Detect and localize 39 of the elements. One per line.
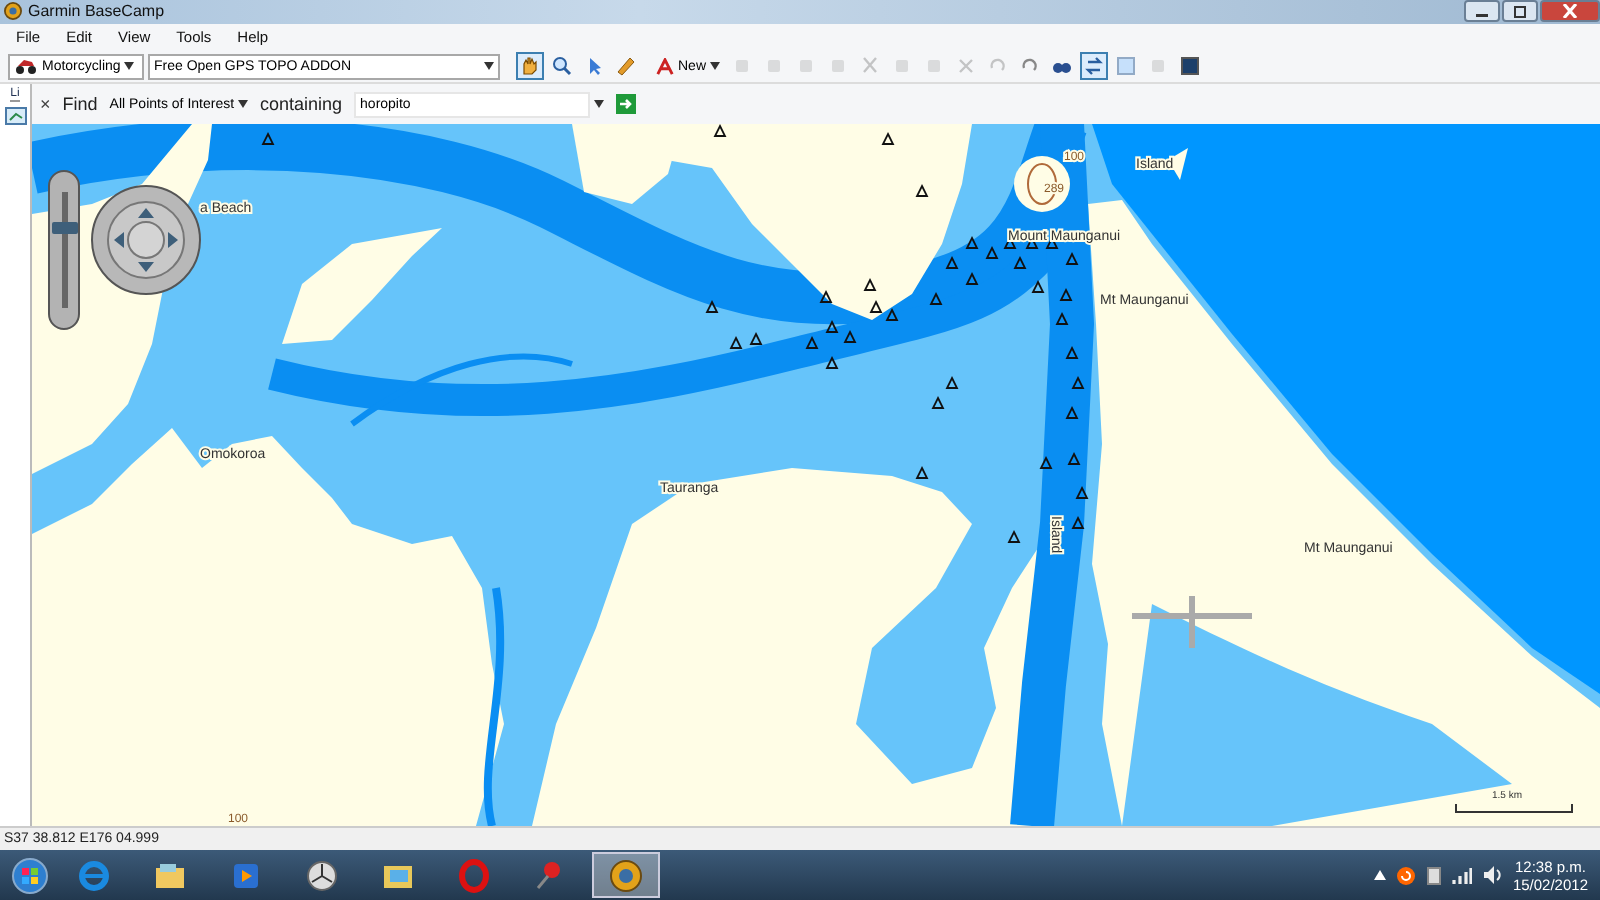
- close-find-button[interactable]: ×: [40, 94, 51, 115]
- caret-icon: [124, 62, 135, 71]
- clock-icon: [304, 857, 340, 894]
- scale-bar-drawing: [1455, 803, 1573, 814]
- motorcycle-icon: [14, 58, 38, 75]
- minimize-button[interactable]: [1464, 0, 1500, 23]
- magnifier-icon[interactable]: [548, 52, 576, 81]
- ring-o-icon: [456, 857, 492, 894]
- signal-bars-icon[interactable]: [1452, 867, 1473, 884]
- containing-label: containing: [259, 94, 343, 115]
- show-hidden-icons-icon[interactable]: [1374, 870, 1387, 881]
- arrow-icon: [616, 94, 637, 115]
- window-title: Garmin BaseCamp: [28, 2, 165, 21]
- transfer-icon[interactable]: [1080, 52, 1109, 81]
- app-logo-icon: [608, 857, 644, 894]
- caret-icon: [237, 99, 248, 108]
- close-button[interactable]: [1540, 0, 1600, 23]
- taskbar-app-button[interactable]: [592, 852, 660, 899]
- map-list-icon[interactable]: [3, 106, 27, 127]
- start-button[interactable]: [8, 853, 52, 898]
- pan-control-icon[interactable]: [90, 184, 202, 297]
- search-go-button[interactable]: [616, 94, 637, 115]
- caret-icon[interactable]: [594, 100, 605, 109]
- battery-icon[interactable]: [1426, 865, 1443, 886]
- speaker-icon[interactable]: [1482, 866, 1503, 885]
- globe-e-icon: [76, 857, 112, 894]
- hand-icon[interactable]: [516, 52, 544, 81]
- find-label: Find: [62, 94, 98, 115]
- app-logo-icon: [4, 2, 22, 21]
- letter-a-icon: [656, 57, 674, 76]
- maximize-icon: [1512, 5, 1528, 18]
- close-icon: [1562, 4, 1578, 19]
- caret-icon: [710, 62, 721, 71]
- caret-icon: [484, 62, 494, 71]
- ruler-icon[interactable]: [612, 52, 640, 81]
- zoom-slider-thumb[interactable]: [51, 222, 77, 235]
- maximize-button[interactable]: [1502, 0, 1538, 23]
- zoom-slider[interactable]: [48, 170, 80, 331]
- update-icon[interactable]: [1396, 865, 1417, 886]
